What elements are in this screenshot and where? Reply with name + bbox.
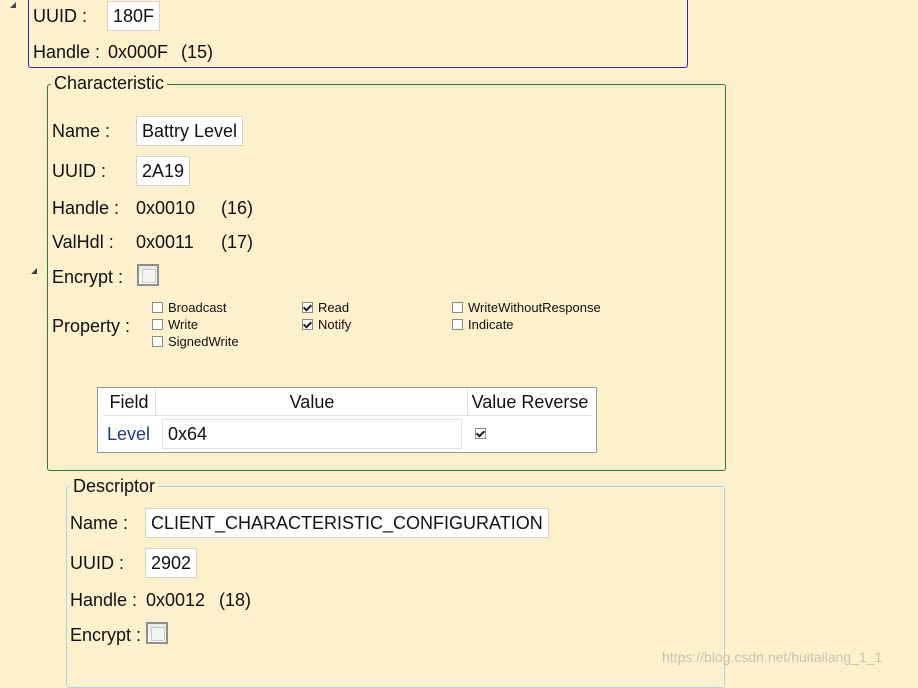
char-handle-value: 0x0010 xyxy=(136,198,196,218)
desc-handle-label: Handle : xyxy=(70,590,138,610)
broadcast-label: Broadcast xyxy=(168,300,227,315)
indicate-label: Indicate xyxy=(468,317,514,332)
write-checkbox[interactable] xyxy=(152,319,163,330)
notify-checkbox[interactable] xyxy=(302,319,313,330)
grid-cell-field: Level xyxy=(107,424,151,444)
grid-cell-reverse-checkbox[interactable] xyxy=(475,428,486,439)
write-without-response-checkbox[interactable] xyxy=(452,302,463,313)
indicate-checkbox[interactable] xyxy=(452,319,463,330)
notify-label: Notify xyxy=(318,317,352,332)
grid-header-field[interactable]: Field xyxy=(103,389,156,415)
service-uuid-field[interactable]: 180F xyxy=(107,1,161,31)
service-handle-label: Handle : xyxy=(33,42,101,62)
grid-cell-value[interactable]: 0x64 xyxy=(162,419,462,449)
char-valhdl-value: 0x0011 xyxy=(136,232,194,252)
desc-uuid-field[interactable]: 2902 xyxy=(145,548,198,578)
desc-handle-value: 0x0012 xyxy=(146,590,206,610)
signed-write-checkbox[interactable] xyxy=(152,336,163,347)
desc-name-label: Name : xyxy=(70,513,129,533)
broadcast-checkbox[interactable] xyxy=(152,302,163,313)
desc-encrypt-checkbox[interactable] xyxy=(146,622,168,644)
char-handle-label: Handle : xyxy=(52,198,120,218)
char-valhdl-label: ValHdl : xyxy=(52,232,114,252)
expand-arrow-icon[interactable] xyxy=(31,268,37,274)
char-name-field[interactable]: Battry Level xyxy=(136,116,244,146)
desc-encrypt-label: Encrypt : xyxy=(70,625,142,645)
desc-uuid-label: UUID : xyxy=(70,553,124,573)
char-valhdl-number: (17) xyxy=(221,232,254,252)
char-encrypt-checkbox[interactable] xyxy=(137,264,159,286)
write-without-response-label: WriteWithoutResponse xyxy=(468,300,601,315)
signed-write-label: SignedWrite xyxy=(168,334,239,349)
descriptor-legend: Descriptor xyxy=(70,476,159,496)
service-handle-number: (15) xyxy=(181,42,214,62)
service-handle-value: 0x000F xyxy=(108,42,169,62)
watermark: https://blog.csdn.net/huitailang_1_1 xyxy=(662,649,883,665)
read-checkbox[interactable] xyxy=(302,302,313,313)
char-uuid-label: UUID : xyxy=(52,161,106,181)
char-property-label: Property : xyxy=(52,316,131,336)
desc-name-field[interactable]: CLIENT_CHARACTERISTIC_CONFIGURATION xyxy=(145,508,549,538)
char-encrypt-label: Encrypt : xyxy=(52,267,124,287)
service-uuid-label: UUID : xyxy=(33,6,87,26)
desc-handle-number: (18) xyxy=(219,590,252,610)
characteristic-legend: Characteristic xyxy=(51,73,168,93)
write-label: Write xyxy=(168,317,199,332)
char-handle-number: (16) xyxy=(221,198,254,218)
char-uuid-field[interactable]: 2A19 xyxy=(136,156,191,186)
collapse-arrow-icon[interactable] xyxy=(10,2,16,8)
read-label: Read xyxy=(318,300,350,315)
grid-header-value[interactable]: Value xyxy=(157,389,468,415)
grid-header-value-reverse[interactable]: Value Reverse xyxy=(469,389,591,415)
char-name-label: Name : xyxy=(52,121,111,141)
grid-header-divider xyxy=(103,415,591,416)
